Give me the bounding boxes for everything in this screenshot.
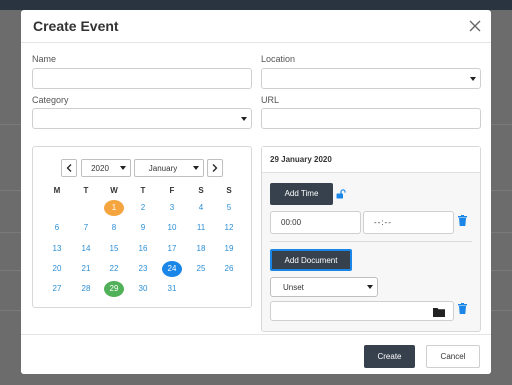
- calendar-day[interactable]: 30: [133, 281, 153, 297]
- document-file-input[interactable]: [270, 301, 454, 321]
- calendar-day[interactable]: 19: [219, 241, 239, 257]
- weekday-label: T: [140, 186, 146, 195]
- end-time-value: --:--: [374, 218, 392, 227]
- calendar-day[interactable]: 7: [76, 220, 96, 236]
- panel-header: 29 January 2020: [262, 147, 480, 173]
- app-topbar: [0, 0, 512, 10]
- calendar-day[interactable]: 22: [104, 261, 124, 277]
- chevron-down-icon: [120, 166, 126, 170]
- chevron-down-icon: [241, 117, 247, 121]
- dialog-title: Create Event: [33, 18, 119, 34]
- dialog-body: Name Location Category URL 2020 January …: [21, 44, 491, 334]
- calendar-day[interactable]: 12: [219, 220, 239, 236]
- calendar-day[interactable]: 15: [104, 241, 124, 257]
- chevron-right-icon: [212, 164, 218, 172]
- weekday-label: M: [53, 186, 61, 195]
- unlock-icon[interactable]: [336, 189, 346, 199]
- weekday-label: F: [169, 186, 175, 195]
- location-select[interactable]: [261, 68, 481, 89]
- calendar-day[interactable]: 5: [219, 200, 239, 216]
- weekday-label: W: [110, 186, 118, 195]
- month-value: January: [148, 164, 178, 173]
- calendar-day[interactable]: 14: [76, 241, 96, 257]
- name-label: Name: [32, 54, 57, 64]
- document-type-select[interactable]: Unset: [270, 277, 378, 297]
- url-label: URL: [261, 95, 280, 105]
- calendar-day[interactable]: 3: [162, 200, 182, 216]
- year-select[interactable]: 2020: [81, 159, 131, 177]
- panel-divider: [270, 241, 472, 242]
- weekday-label: S: [226, 186, 232, 195]
- end-time-input[interactable]: --:--: [363, 211, 454, 234]
- start-time-input[interactable]: 00:00: [270, 211, 361, 234]
- calendar-day[interactable]: 24: [162, 261, 182, 277]
- close-icon[interactable]: [469, 20, 481, 32]
- calendar-day[interactable]: 6: [47, 220, 67, 236]
- calendar-day[interactable]: 28: [76, 281, 96, 297]
- dialog-footer: Create Cancel: [21, 334, 491, 374]
- chevron-left-icon: [66, 164, 72, 172]
- calendar-day[interactable]: 20: [47, 261, 67, 277]
- cancel-button[interactable]: Cancel: [426, 345, 480, 368]
- calendar-day[interactable]: 27: [47, 281, 67, 297]
- selected-date: 29 January 2020: [270, 155, 332, 164]
- name-input[interactable]: [32, 68, 252, 89]
- url-input[interactable]: [261, 108, 481, 129]
- add-document-button[interactable]: Add Document: [270, 249, 352, 271]
- trash-icon[interactable]: [458, 215, 467, 226]
- chevron-down-icon: [367, 285, 373, 289]
- calendar-day[interactable]: 21: [76, 261, 96, 277]
- calendar-day[interactable]: 29: [104, 281, 124, 297]
- create-button[interactable]: Create: [364, 345, 415, 368]
- trash-icon[interactable]: [458, 303, 467, 314]
- calendar-day[interactable]: 4: [191, 200, 211, 216]
- folder-icon[interactable]: [433, 307, 445, 317]
- calendar-day[interactable]: 1: [104, 200, 124, 216]
- calendar-day[interactable]: 23: [133, 261, 153, 277]
- calendar-day[interactable]: 13: [47, 241, 67, 257]
- event-details-panel: 29 January 2020 Add Time 00:00 --:-- Add…: [261, 146, 481, 332]
- calendar-day[interactable]: 18: [191, 241, 211, 257]
- category-label: Category: [32, 95, 69, 105]
- weekday-label: T: [83, 186, 89, 195]
- weekday-label: S: [198, 186, 204, 195]
- next-month-button[interactable]: [207, 159, 223, 177]
- calendar-day[interactable]: 16: [133, 241, 153, 257]
- calendar-day[interactable]: 8: [104, 220, 124, 236]
- dialog-header: Create Event: [21, 10, 491, 43]
- date-picker: 2020 January MTWTFSS 1 2 3 4 5 6 7 8 9 10 11 12 13 14…: [32, 146, 252, 308]
- start-time-value: 00:00: [281, 218, 302, 227]
- calendar-day[interactable]: 31: [162, 281, 182, 297]
- document-type-value: Unset: [283, 283, 304, 292]
- calendar-day[interactable]: 25: [191, 261, 211, 277]
- chevron-down-icon: [470, 77, 476, 81]
- calendar-day[interactable]: 2: [133, 200, 153, 216]
- create-event-dialog: Create Event Name Location Category URL: [21, 10, 491, 374]
- prev-month-button[interactable]: [61, 159, 77, 177]
- calendar-day[interactable]: 10: [162, 220, 182, 236]
- add-time-button[interactable]: Add Time: [270, 183, 333, 205]
- month-select[interactable]: January: [134, 159, 204, 177]
- category-select[interactable]: [32, 108, 252, 129]
- location-label: Location: [261, 54, 296, 64]
- calendar-day[interactable]: 26: [219, 261, 239, 277]
- chevron-down-icon: [193, 166, 199, 170]
- year-value: 2020: [91, 164, 109, 173]
- calendar-day[interactable]: 9: [133, 220, 153, 236]
- calendar-day[interactable]: 11: [191, 220, 211, 236]
- calendar-day[interactable]: 17: [162, 241, 182, 257]
